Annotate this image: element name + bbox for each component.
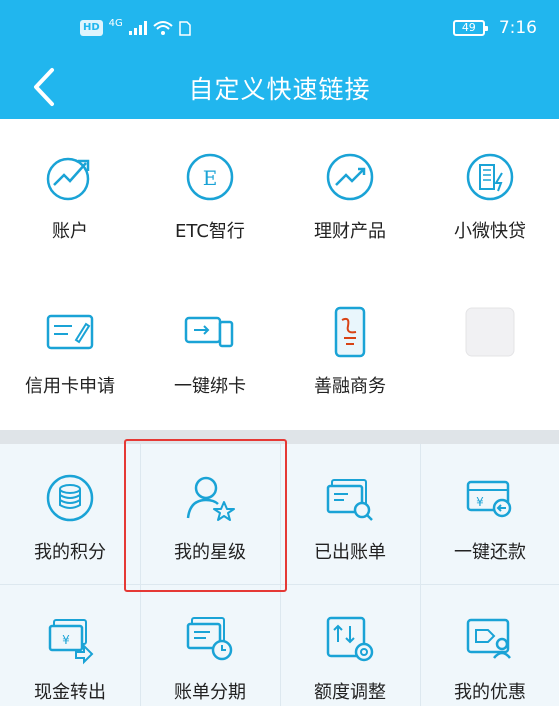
link-label: 一键绑卡 (174, 376, 246, 397)
phone-shop-icon (334, 306, 366, 358)
coupon-user-icon (466, 618, 511, 659)
link-tile-loan[interactable]: 小微快贷 (420, 119, 559, 274)
link-label: 现金转出 (34, 682, 106, 703)
highlight-box (124, 439, 287, 592)
link-label: ETC智行 (175, 221, 245, 242)
link-label: 我的积分 (34, 542, 106, 563)
hd-badge: HD (80, 20, 103, 36)
link-tile-bills[interactable]: 已出账单 (280, 444, 420, 584)
link-label: 小微快贷 (454, 221, 526, 242)
link-tile-points[interactable]: 我的积分 (0, 444, 140, 584)
account-chart-icon (46, 157, 90, 201)
link-label: 信用卡申请 (25, 376, 115, 397)
page-title: 自定义快速链接 (188, 75, 371, 104)
link-tile-bind-card[interactable]: 一键绑卡 (140, 274, 280, 429)
clock: 7:16 (498, 18, 537, 38)
link-tile-limit[interactable]: 额度调整 (280, 584, 420, 706)
limit-adjust-icon (326, 616, 374, 662)
etc-icon: E (186, 153, 234, 201)
installment-clock-icon (186, 617, 233, 661)
current-links-section: 账户 E ETC智行 理财产品 小微快贷 信用卡申请 一键绑卡 善融商务 (0, 119, 559, 430)
points-coins-icon (46, 474, 94, 522)
battery-icon: 49 (452, 20, 488, 36)
link-tile-account[interactable]: 账户 (0, 119, 140, 274)
status-indicators: HD 4G (80, 17, 191, 36)
link-tile-etc[interactable]: E ETC智行 (140, 119, 280, 274)
cash-transfer-icon: ¥ (48, 619, 94, 665)
network-type: 4G (108, 17, 123, 29)
link-tile-cash-out[interactable]: ¥ 现金转出 (0, 584, 140, 706)
link-tile-offers[interactable]: 我的优惠 (420, 584, 559, 706)
svg-text:¥: ¥ (476, 495, 484, 509)
link-label: 善融商务 (314, 376, 386, 397)
status-bar: HD 4G 49 7:16 (0, 0, 559, 62)
link-label: 我的优惠 (454, 682, 526, 703)
wifi-icon (153, 21, 173, 35)
link-tile-empty[interactable] (420, 274, 559, 429)
card-application-icon (46, 314, 94, 350)
svg-text:E: E (203, 166, 218, 190)
building-loan-icon (466, 153, 514, 201)
link-label: 一键还款 (454, 542, 526, 563)
link-label: 已出账单 (314, 542, 386, 563)
link-label: 理财产品 (314, 221, 386, 242)
placeholder-icon (465, 307, 515, 357)
svg-text:¥: ¥ (62, 633, 70, 647)
link-tile-card-apply[interactable]: 信用卡申请 (0, 274, 140, 429)
link-label: 账单分期 (174, 682, 246, 703)
link-tile-installment[interactable]: 账单分期 (140, 584, 280, 706)
bill-search-icon (326, 479, 373, 521)
signal-icon (128, 21, 147, 35)
link-label: 额度调整 (314, 682, 386, 703)
link-tile-repay[interactable]: ¥ 一键还款 (420, 444, 559, 584)
sim-icon (179, 20, 191, 36)
repay-card-icon: ¥ (466, 480, 512, 518)
link-tile-finance[interactable]: 理财产品 (280, 119, 420, 274)
finance-chart-icon (326, 153, 374, 201)
app-header: HD 4G 49 7:16 自定义快速链接 (0, 0, 559, 119)
link-label: 账户 (52, 221, 88, 242)
link-tile-shop[interactable]: 善融商务 (280, 274, 420, 429)
status-right: 49 7:16 (452, 18, 537, 38)
bind-card-icon (184, 316, 234, 348)
